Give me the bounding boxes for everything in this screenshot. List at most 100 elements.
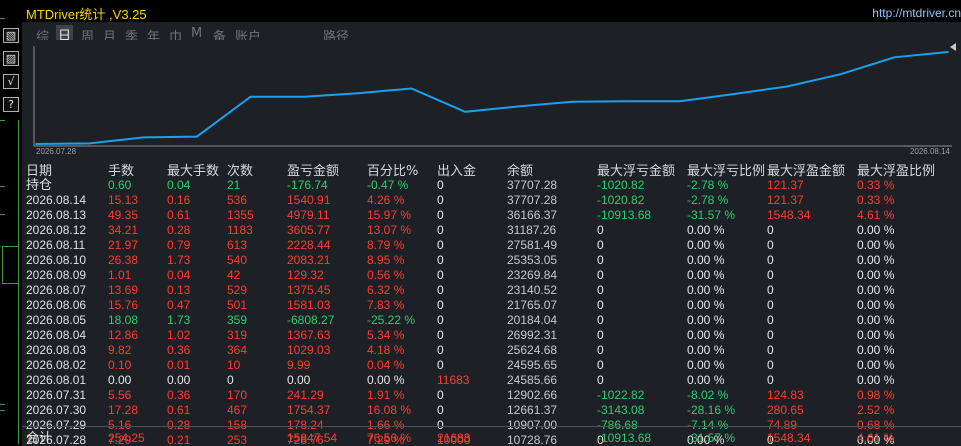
balance-point bbox=[786, 85, 788, 88]
cell-date: 2026.07.30 bbox=[26, 403, 87, 417]
cell-mfp-pct: 4.61 % bbox=[857, 431, 895, 445]
cell-lots: 0.60 bbox=[108, 178, 132, 192]
column-header[interactable]: 盈亏金额 bbox=[287, 160, 339, 179]
candle-box bbox=[2, 246, 19, 284]
cell-io: 0 bbox=[437, 208, 444, 222]
balance-point bbox=[196, 135, 198, 138]
cell-lots: 13.69 bbox=[108, 283, 139, 297]
column-header[interactable]: 次数 bbox=[227, 160, 253, 179]
cell-balance: 37707.28 bbox=[507, 178, 558, 192]
cell-io: 0 bbox=[437, 178, 444, 192]
cell-mdd: 0 bbox=[597, 253, 604, 267]
cell-mdd-pct: -28.16 % bbox=[687, 403, 736, 417]
cell-mdd-pct: 0.00 % bbox=[687, 328, 725, 342]
cell-mdd: 0 bbox=[597, 373, 604, 387]
cell-date: 2026.08.07 bbox=[26, 283, 87, 297]
cell-mfp-pct: 0.00 % bbox=[857, 358, 895, 372]
cell-pct: 4.18 % bbox=[367, 343, 405, 357]
column-header[interactable]: 最大浮盈金额 bbox=[767, 160, 845, 179]
cell-mdd: 0 bbox=[597, 223, 604, 237]
cell-count: 529 bbox=[227, 283, 248, 297]
toolbar-button-check[interactable]: √ bbox=[3, 74, 19, 89]
cell-balance: 24595.65 bbox=[507, 358, 558, 372]
column-header[interactable]: 最大手数 bbox=[167, 160, 219, 179]
cell-mfp: 0 bbox=[767, 328, 774, 342]
cell-date: 2026.08.06 bbox=[26, 298, 87, 312]
cell-date: 2026.08.14 bbox=[26, 193, 87, 207]
table-row[interactable]: 2026.08.14 15.13 0.16 536 1540.91 4.26 % 0 3770… bbox=[22, 193, 961, 208]
column-header[interactable]: 最大浮盈比例 bbox=[857, 160, 935, 179]
cell-count: 613 bbox=[227, 238, 248, 252]
cell-max-lots: 1.73 bbox=[167, 253, 191, 267]
cell-mfp: 124.83 bbox=[767, 388, 804, 402]
cell-mfp: 0 bbox=[767, 223, 774, 237]
cell-io: 0 bbox=[437, 328, 444, 342]
balance-point bbox=[679, 100, 681, 102]
column-header[interactable]: 余额 bbox=[507, 160, 533, 179]
cell-date: 2026.07.31 bbox=[26, 388, 87, 402]
cell-max-lots: 0.04 bbox=[167, 268, 191, 282]
help-button[interactable]: ? bbox=[3, 97, 19, 112]
cell-count: 10 bbox=[227, 358, 241, 372]
cell-mdd-pct: -2.78 % bbox=[687, 193, 729, 207]
cell-mfp-pct: 2.52 % bbox=[857, 403, 895, 417]
left-toolbar: ▧ ▨ √ ? bbox=[0, 0, 22, 446]
table-row[interactable]: 2026.08.13 49.35 0.61 1355 4979.11 15.97 % 0 36… bbox=[22, 208, 961, 223]
table-row[interactable]: 2026.08.10 26.38 1.73 540 2083.21 8.95 % 0 2535… bbox=[22, 253, 961, 268]
cell-date: 2026.08.09 bbox=[26, 268, 87, 282]
table-row[interactable]: 2026.08.04 12.86 1.02 319 1367.63 5.34 % 0 2699… bbox=[22, 328, 961, 343]
website-link[interactable]: http://mtdriver.cn bbox=[872, 6, 961, 20]
balance-point bbox=[893, 56, 896, 59]
toolbar-button-1[interactable]: ▧ bbox=[3, 28, 19, 43]
balance-point bbox=[625, 100, 627, 102]
table-row[interactable]: 2026.08.03 9.82 0.36 364 1029.03 4.18 % 0 25624… bbox=[22, 343, 961, 358]
cell-balance: 12902.66 bbox=[507, 388, 558, 402]
cell-pnl: 1375.45 bbox=[287, 283, 331, 297]
column-header[interactable]: 出入金 bbox=[437, 160, 476, 179]
cell-pct: 6.32 % bbox=[367, 283, 405, 297]
cell-balance: 25353.05 bbox=[507, 253, 558, 267]
table-row[interactable]: 2026.08.12 34.21 0.28 1183 3605.77 13.07 % 0 31… bbox=[22, 223, 961, 238]
table-row[interactable]: 2026.08.02 0.10 0.01 10 9.99 0.04 % 0 24595.65 0… bbox=[22, 358, 961, 373]
column-header[interactable]: 手数 bbox=[108, 160, 134, 179]
table-row[interactable]: 2026.08.09 1.01 0.04 42 129.32 0.56 % 0 23269.8… bbox=[22, 268, 961, 283]
cell-max-lots: 0.04 bbox=[167, 178, 191, 192]
column-header[interactable]: 最大浮亏金额 bbox=[597, 160, 675, 179]
total-row[interactable]: 合计 254.25 15847.54 76.56 % 21683 -10913.68 -31… bbox=[22, 431, 961, 446]
cell-io: 0 bbox=[437, 268, 444, 282]
cell-balance: 21765.07 bbox=[507, 298, 558, 312]
table-row[interactable]: 持仓 0.60 0.04 21 -176.74 -0.47 % 0 37707.28 -1020… bbox=[22, 178, 961, 193]
cell-count: 536 bbox=[227, 193, 248, 207]
cell-pct: -0.47 % bbox=[367, 178, 409, 192]
table-row[interactable]: 2026.08.05 18.08 1.73 359 -6808.27 -25.22 % 0 2… bbox=[22, 313, 961, 328]
stats-panel: MTDriver统计 ,V3.25 http://mtdriver.cn 综 日… bbox=[22, 0, 961, 446]
table-row[interactable]: 2026.08.06 15.76 0.47 501 1581.03 7.83 % 0 2176… bbox=[22, 298, 961, 313]
column-header[interactable]: 最大浮亏比例 bbox=[687, 160, 765, 179]
balance-point bbox=[303, 95, 306, 98]
cell-max-lots: 0.13 bbox=[167, 283, 191, 297]
cell-pct: 15.97 % bbox=[367, 208, 412, 222]
cell-pnl: 0.00 bbox=[287, 373, 311, 387]
tab-magic[interactable]: M bbox=[191, 26, 202, 41]
toolbar-button-2[interactable]: ▨ bbox=[3, 51, 19, 66]
column-header[interactable]: 日期 bbox=[26, 160, 52, 179]
cell-mfp: 0 bbox=[767, 343, 774, 357]
cell-balance: 26992.31 bbox=[507, 328, 558, 342]
tick-mark bbox=[0, 410, 5, 411]
table-row[interactable]: 2026.08.07 13.69 0.13 529 1375.45 6.32 % 0 2314… bbox=[22, 283, 961, 298]
table-row[interactable]: 2026.08.01 0.00 0.00 0 0.00 0.00 % 11683 24585.… bbox=[22, 373, 961, 388]
cell-lots: 12.86 bbox=[108, 328, 139, 342]
balance-point bbox=[249, 95, 252, 98]
column-header[interactable]: 百分比% bbox=[367, 160, 418, 179]
cell-pnl: 1029.03 bbox=[287, 343, 331, 357]
table-row[interactable]: 2026.08.11 21.97 0.79 613 2228.44 8.79 % 0 2758… bbox=[22, 238, 961, 253]
cell-io: 0 bbox=[437, 388, 444, 402]
cell-mfp: 1548.34 bbox=[767, 431, 811, 445]
title-bar: MTDriver统计 ,V3.25 http://mtdriver.cn bbox=[22, 0, 961, 22]
cell-lots: 26.38 bbox=[108, 253, 139, 267]
cell-lots: 0.00 bbox=[108, 373, 132, 387]
table-row[interactable]: 2026.07.30 17.28 0.61 467 1754.37 16.08 % 0 126… bbox=[22, 403, 961, 418]
table-row[interactable]: 2026.07.31 5.56 0.36 170 241.29 1.91 % 0 12902.… bbox=[22, 388, 961, 403]
cell-max-lots: 0.47 bbox=[167, 298, 191, 312]
tick-mark bbox=[0, 120, 5, 121]
